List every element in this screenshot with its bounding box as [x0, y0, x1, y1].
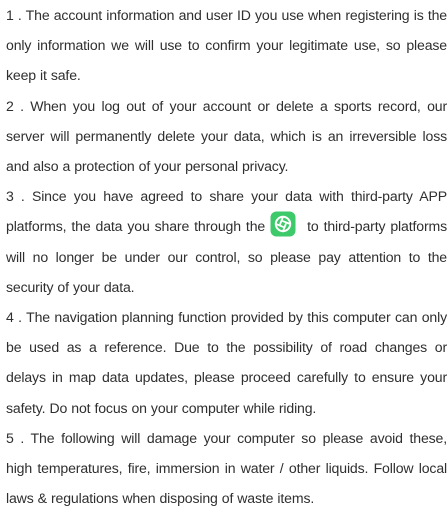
notice-paragraph-2: 2 . When you log out of your account or …	[6, 97, 447, 175]
notice-paragraph-5: 5 . The following will damage your compu…	[6, 429, 447, 507]
notice-paragraph-1: 1 . The account information and user ID …	[6, 7, 447, 84]
notice-document: 1 . The account information and user ID …	[6, 0, 447, 513]
notice-paragraph-3: 3 . Since you have agreed to share your …	[6, 181, 447, 302]
share-app-icon	[270, 211, 296, 237]
notice-paragraph-4: 4 . The navigation planning function pro…	[6, 309, 447, 416]
